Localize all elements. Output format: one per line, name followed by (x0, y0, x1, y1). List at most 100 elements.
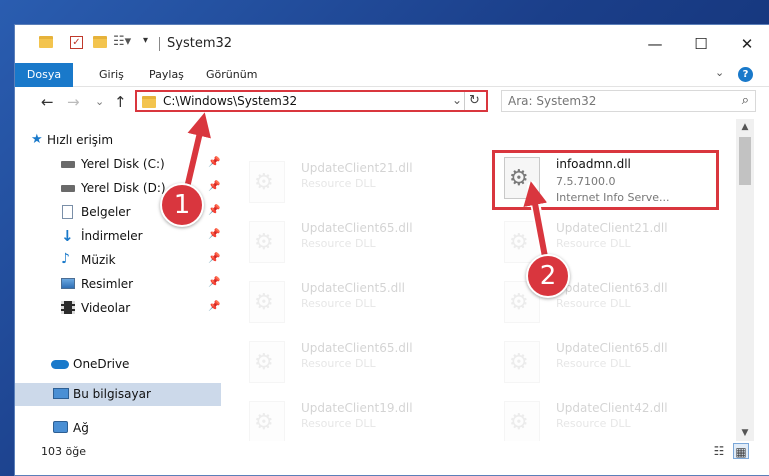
dll-file-icon: ⚙ (249, 341, 285, 383)
sidebar-item-onedrive[interactable]: OneDrive (15, 353, 221, 376)
sidebar-item-label: Hızlı erişim (47, 133, 114, 147)
file-type: Resource DLL (301, 297, 376, 310)
pin-icon: 📌 (208, 301, 221, 312)
navigation-pane: ★ Hızlı erişim Yerel Disk (C:) 📌 Yerel D… (15, 119, 221, 441)
recent-locations-button[interactable]: ⌄ (95, 95, 104, 108)
pin-icon: 📌 (208, 157, 221, 168)
list-item[interactable]: ⚙ UpdateClient19.dll Resource DLL (241, 393, 471, 441)
sidebar-item-label: İndirmeler (81, 229, 143, 243)
list-item[interactable]: ⚙ UpdateClient42.dll Resource DLL (496, 393, 726, 441)
sidebar-item-label: Yerel Disk (C:) (81, 157, 165, 171)
list-item[interactable]: ⚙ UpdateClient65.dll Resource DLL (241, 213, 471, 271)
address-dropdown-button[interactable]: ⌄ (452, 93, 462, 107)
step-badge-1: 1 (160, 183, 204, 227)
folder-icon (142, 96, 156, 108)
new-folder-icon[interactable] (93, 36, 107, 48)
status-bar: 103 öğe ☷ ▦ (15, 441, 769, 475)
list-item[interactable]: ⚙ UpdateClient65.dll Resource DLL (496, 333, 726, 391)
scroll-down-button[interactable]: ▼ (736, 425, 754, 441)
sidebar-item-label: Bu bilgisayar (73, 387, 151, 401)
highlight-box (492, 150, 719, 210)
back-button[interactable]: ← (41, 93, 54, 111)
list-item[interactable]: ⚙ UpdateClient65.dll Resource DLL (241, 333, 471, 391)
sidebar-item-this-pc[interactable]: Bu bilgisayar (15, 383, 221, 406)
customize-toolbar-icon[interactable]: ▾ (143, 35, 148, 46)
list-item[interactable]: ⚙ UpdateClient5.dll Resource DLL (241, 273, 471, 331)
details-view-button[interactable]: ☷ (711, 443, 727, 459)
file-name: UpdateClient63.dll (556, 281, 668, 295)
address-bar[interactable]: C:\Windows\System32 ⌄ ↻ (135, 90, 488, 112)
folder-icon (39, 36, 53, 48)
drive-icon (61, 161, 75, 168)
scroll-thumb[interactable] (739, 137, 751, 185)
pin-icon: 📌 (208, 253, 221, 264)
file-name: UpdateClient65.dll (301, 221, 413, 235)
tab-gorunum[interactable]: Görünüm (206, 63, 257, 87)
explorer-window: ✓ ☷▾ ▾ System32 — ☐ ✕ Dosya Giriş Paylaş… (14, 24, 769, 476)
file-type: Resource DLL (301, 237, 376, 250)
sidebar-item-videos[interactable]: Videolar 📌 (15, 297, 221, 320)
step-badge-2: 2 (526, 254, 570, 298)
sidebar-item-pictures[interactable]: Resimler 📌 (15, 273, 221, 296)
sidebar-item-label: Müzik (81, 253, 116, 267)
tab-dosya[interactable]: Dosya (15, 63, 73, 87)
dll-file-icon: ⚙ (249, 221, 285, 263)
dll-file-icon: ⚙ (249, 161, 285, 203)
music-icon: ♪ (61, 251, 70, 267)
sidebar-item-label: Resimler (81, 277, 134, 291)
file-type: Resource DLL (301, 357, 376, 370)
file-name: UpdateClient5.dll (301, 281, 405, 295)
tab-giris[interactable]: Giriş (99, 63, 124, 87)
collapse-ribbon-button[interactable]: ⌄ (715, 66, 724, 79)
navigation-bar: ← → ⌄ ↑ C:\Windows\System32 ⌄ ↻ ⌕ (15, 87, 769, 119)
file-type: Resource DLL (556, 357, 631, 370)
title-separator (159, 37, 160, 51)
sidebar-item-network[interactable]: Ağ (15, 417, 221, 440)
drive-icon (61, 185, 75, 192)
minimize-button[interactable]: — (632, 25, 678, 63)
quick-access-menu-icon[interactable]: ☷▾ (113, 34, 131, 49)
file-name: UpdateClient21.dll (556, 221, 668, 235)
ribbon-tabs: Dosya Giriş Paylaş Görünüm ⌄ ? (15, 63, 769, 87)
sidebar-item-downloads[interactable]: ↓ İndirmeler 📌 (15, 225, 221, 248)
properties-icon[interactable]: ✓ (70, 36, 83, 49)
close-button[interactable]: ✕ (724, 25, 769, 63)
sidebar-item-label: Ağ (73, 421, 89, 435)
dll-file-icon: ⚙ (249, 281, 285, 323)
search-input[interactable] (508, 93, 718, 109)
download-icon: ↓ (61, 227, 74, 245)
sidebar-item-quick-access[interactable]: ★ Hızlı erişim (15, 129, 221, 152)
tab-paylas[interactable]: Paylaş (149, 63, 184, 87)
up-button[interactable]: ↑ (114, 93, 127, 111)
document-icon (62, 205, 73, 219)
sidebar-item-music[interactable]: ♪ Müzik 📌 (15, 249, 221, 272)
maximize-button[interactable]: ☐ (678, 25, 724, 63)
dll-file-icon: ⚙ (504, 221, 540, 263)
pin-icon: 📌 (208, 181, 221, 192)
star-icon: ★ (31, 132, 43, 147)
pictures-icon (61, 278, 75, 289)
pin-icon: 📌 (208, 205, 221, 216)
file-type: Resource DLL (301, 177, 376, 190)
sidebar-item-local-disk-c[interactable]: Yerel Disk (C:) 📌 (15, 153, 221, 176)
search-box[interactable]: ⌕ (501, 90, 756, 112)
scroll-up-button[interactable]: ▲ (736, 119, 754, 135)
pin-icon: 📌 (208, 229, 221, 240)
dll-file-icon: ⚙ (249, 401, 285, 441)
computer-icon (53, 388, 69, 399)
help-button[interactable]: ? (738, 67, 753, 82)
address-path[interactable]: C:\Windows\System32 (163, 94, 297, 108)
tiles-view-button[interactable]: ▦ (733, 443, 749, 459)
dll-file-icon: ⚙ (504, 401, 540, 441)
sidebar-item-label: Belgeler (81, 205, 131, 219)
refresh-button[interactable]: ↻ (464, 92, 484, 110)
file-name: UpdateClient19.dll (301, 401, 413, 415)
network-icon (53, 421, 68, 433)
dll-file-icon: ⚙ (504, 341, 540, 383)
file-type: Resource DLL (301, 417, 376, 430)
list-item[interactable]: ⚙ UpdateClient21.dll Resource DLL (241, 153, 471, 211)
vertical-scrollbar[interactable]: ▲ ▼ (736, 119, 754, 441)
forward-button[interactable]: → (67, 93, 80, 111)
file-type: Resource DLL (556, 417, 631, 430)
search-icon[interactable]: ⌕ (742, 93, 749, 108)
